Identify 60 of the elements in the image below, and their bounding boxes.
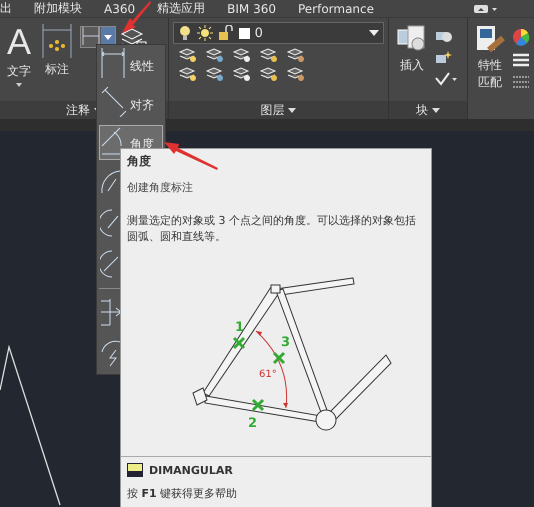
linetype-icon[interactable] bbox=[512, 74, 530, 90]
layer-tool-icon[interactable] bbox=[206, 66, 224, 82]
ribbon-tab[interactable]: Performance bbox=[298, 2, 374, 16]
checkmark-icon[interactable] bbox=[435, 72, 458, 86]
color-swatch bbox=[238, 28, 250, 38]
dimension-icon bbox=[41, 24, 74, 58]
block-tool-icon[interactable] bbox=[435, 50, 454, 66]
dimension-button[interactable]: 标注 bbox=[38, 22, 76, 101]
minimize-ribbon-icon[interactable] bbox=[474, 2, 498, 14]
caret-icon bbox=[369, 30, 380, 36]
point-label: 1 bbox=[235, 320, 244, 335]
layer-tool-icon[interactable] bbox=[206, 47, 224, 63]
point-label: 2 bbox=[248, 416, 258, 431]
point-marker-icon bbox=[272, 352, 286, 364]
tooltip-description: 测量选定的对象或 3 个点之间的角度。可以选择的对象包括圆弧、圆和直线等。 bbox=[127, 213, 417, 245]
layer-dropdown[interactable]: 0 bbox=[172, 22, 384, 44]
point-marker-icon bbox=[232, 336, 246, 350]
unlock-icon bbox=[218, 25, 234, 41]
jogged-dimension-icon bbox=[100, 338, 122, 368]
command-icon bbox=[127, 463, 143, 477]
layer-tool-icon[interactable] bbox=[178, 47, 197, 63]
ribbon-tab[interactable]: 附加模块 bbox=[34, 0, 82, 17]
linear-dimension-icon bbox=[100, 48, 126, 78]
command-name: DIMANGULAR bbox=[149, 464, 233, 476]
aligned-dimension-icon bbox=[100, 86, 126, 117]
point-marker-icon bbox=[252, 398, 264, 412]
caret-icon bbox=[16, 83, 22, 87]
panel-title[interactable]: 块 bbox=[389, 101, 467, 119]
caret-icon bbox=[288, 108, 296, 112]
layer-tool-icon[interactable] bbox=[232, 47, 251, 63]
layer-tool-icon[interactable] bbox=[178, 66, 197, 82]
layer-tool-icon[interactable] bbox=[286, 66, 305, 82]
lightbulb-icon bbox=[178, 25, 192, 41]
point-label: 3 bbox=[281, 335, 290, 350]
menu-item[interactable]: 线性 bbox=[99, 47, 163, 83]
layer-tool-icon[interactable] bbox=[260, 66, 278, 82]
layer-tool-icon[interactable] bbox=[286, 47, 305, 63]
paintbrush-icon bbox=[475, 24, 505, 54]
annotation-arrow bbox=[164, 140, 218, 170]
caret-icon bbox=[104, 34, 112, 40]
sun-icon bbox=[196, 25, 213, 41]
tooltip-subtitle: 创建角度标注 bbox=[126, 180, 194, 195]
linear-dimension-icon bbox=[81, 27, 102, 45]
lineweight-icon[interactable] bbox=[512, 52, 530, 68]
caret-icon bbox=[432, 108, 440, 112]
ribbon-tab[interactable]: 出 bbox=[0, 0, 12, 17]
ribbon-tab[interactable]: BIM 360 bbox=[227, 2, 276, 16]
help-hint: 按 F1 键获得更多帮助 bbox=[127, 486, 238, 501]
ribbon-tab[interactable]: A360 bbox=[104, 2, 136, 16]
text-button[interactable]: A 文字 bbox=[4, 22, 34, 101]
angle-label: 61° bbox=[259, 369, 277, 380]
panel-title[interactable]: 图层 bbox=[168, 101, 388, 119]
match-properties-button[interactable]: 特性匹配 bbox=[472, 22, 508, 119]
insert-button[interactable]: 插入 bbox=[393, 22, 432, 101]
color-wheel-icon[interactable] bbox=[512, 28, 530, 46]
ribbon-tab[interactable]: 精选应用 bbox=[157, 0, 206, 17]
dimension-split-button[interactable] bbox=[80, 26, 116, 48]
layer-tool-icon[interactable] bbox=[260, 47, 278, 63]
ordinate-dimension-icon bbox=[100, 297, 122, 328]
layer-tool-icon[interactable] bbox=[232, 66, 251, 82]
